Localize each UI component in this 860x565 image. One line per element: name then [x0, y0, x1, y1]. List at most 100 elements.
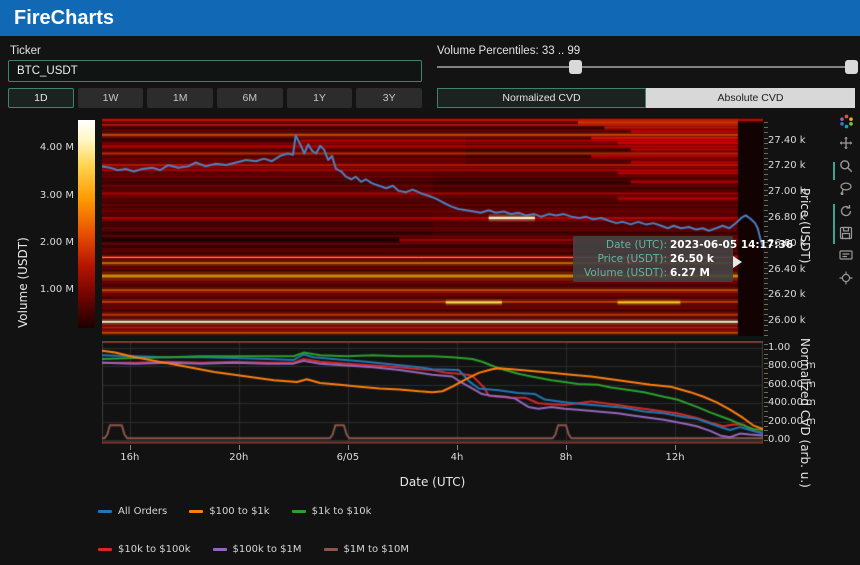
date-tick-mark — [566, 445, 567, 450]
price-minor-tick — [764, 268, 768, 269]
price-minor-tick — [764, 158, 768, 159]
slider-handle-min[interactable] — [569, 60, 582, 74]
price-tick-label: 26.20 k — [768, 289, 806, 300]
price-minor-tick — [764, 174, 768, 175]
date-tick-mark — [239, 445, 240, 450]
cvd-minor-tick — [764, 421, 768, 422]
legend-dash-icon — [98, 510, 112, 513]
price-minor-tick — [764, 221, 768, 222]
tooltip-row-label: Price (USDT): — [575, 252, 667, 266]
range-button-1m[interactable]: 1M — [147, 88, 213, 108]
legend-item-label: $100 to $1k — [209, 506, 269, 517]
volume-percentiles-slider[interactable] — [437, 66, 855, 68]
date-tick-mark — [348, 445, 349, 450]
legend-item-label: $1M to $10M — [344, 544, 409, 555]
range-button-3y[interactable]: 3Y — [356, 88, 422, 108]
volume-colorbar — [78, 120, 95, 328]
save-icon[interactable] — [837, 224, 855, 242]
tooltip-row-label: Date (UTC): — [575, 238, 667, 252]
volume-percentiles-label: Volume Percentiles: 33 .. 99 — [437, 45, 580, 57]
price-tick-label: 27.40 k — [768, 135, 806, 146]
cvd-minor-tick — [764, 435, 768, 436]
price-minor-tick — [764, 122, 768, 123]
price-minor-tick — [764, 320, 768, 321]
plotly-logo-icon[interactable] — [837, 112, 855, 130]
range-button-1d[interactable]: 1D — [8, 88, 74, 108]
range-button-1y[interactable]: 1Y — [287, 88, 353, 108]
price-minor-tick — [764, 138, 768, 139]
price-minor-tick — [764, 314, 768, 315]
price-minor-tick — [764, 153, 768, 154]
price-minor-tick — [764, 195, 768, 196]
cvd-minor-tick — [764, 363, 768, 364]
legend-item--100-to-1k[interactable]: $100 to $1k — [189, 506, 269, 517]
price-minor-tick — [764, 335, 768, 336]
tooltip-row-value: 2023-06-05 14:17:36 — [670, 238, 793, 252]
price-minor-tick — [764, 132, 768, 133]
tooltip-row: Volume (USDT):6.27 M — [575, 266, 727, 280]
main-heatmap-chart[interactable] — [102, 118, 763, 336]
price-minor-tick — [764, 184, 768, 185]
cvd-line-chart[interactable] — [102, 341, 763, 444]
tooltip-arrow-icon — [733, 256, 742, 268]
tooltip-row: Date (UTC):2023-06-05 14:17:36 — [575, 238, 727, 252]
price-minor-tick — [764, 143, 768, 144]
cvd-minor-tick — [764, 387, 768, 388]
price-tick-label: 26.40 k — [768, 264, 806, 275]
hover-closest-icon[interactable] — [837, 246, 855, 264]
ticker-label: Ticker — [10, 45, 41, 57]
legend-item--1k-to-10k[interactable]: $1k to $10k — [292, 506, 372, 517]
price-minor-tick — [764, 205, 768, 206]
ticker-input[interactable] — [8, 60, 422, 82]
cvd-minor-tick — [764, 378, 768, 379]
price-minor-tick — [764, 231, 768, 232]
app-title: FireCharts — [0, 0, 860, 36]
price-tick-label: 27.20 k — [768, 160, 806, 171]
legend-item--1m-to-10m[interactable]: $1M to $10M — [324, 544, 409, 555]
price-minor-tick — [764, 278, 768, 279]
legend-dash-icon — [213, 548, 227, 551]
date-tick-mark — [457, 445, 458, 450]
price-minor-tick — [764, 299, 768, 300]
absolute-cvd-button[interactable]: Absolute CVD — [646, 88, 855, 108]
legend-item--100k-to-1m[interactable]: $100k to $1M — [213, 544, 302, 555]
range-button-6m[interactable]: 6M — [217, 88, 283, 108]
cvd-minor-tick — [764, 411, 768, 412]
legend-item-all-orders[interactable]: All Orders — [98, 506, 167, 517]
reset-axes-icon[interactable] — [837, 202, 855, 220]
range-button-1w[interactable]: 1W — [78, 88, 144, 108]
normalized-cvd-button[interactable]: Normalized CVD — [437, 88, 646, 108]
colorbar-tick-label: 2.00 M — [30, 237, 74, 248]
price-minor-tick — [764, 226, 768, 227]
price-minor-tick — [764, 127, 768, 128]
legend-dash-icon — [189, 510, 203, 513]
legend-item--10k-to-100k[interactable]: $10k to $100k — [98, 544, 191, 555]
cvd-minor-tick — [764, 358, 768, 359]
cvd-minor-tick — [764, 354, 768, 355]
zoom-icon[interactable] — [837, 157, 855, 175]
cvd-minor-tick — [764, 382, 768, 383]
spikelines-icon[interactable] — [837, 269, 855, 287]
price-minor-tick — [764, 169, 768, 170]
price-minor-tick — [764, 294, 768, 295]
price-minor-tick — [764, 210, 768, 211]
pan-icon[interactable] — [837, 134, 855, 152]
price-minor-tick — [764, 288, 768, 289]
cvd-minor-tick — [764, 426, 768, 427]
modebar-active-indicator — [833, 162, 835, 180]
hover-tooltip: Date (UTC):2023-06-05 14:17:36Price (USD… — [573, 236, 733, 282]
cvd-minor-tick — [764, 349, 768, 350]
cvd-tick-label: 1.00 — [768, 342, 790, 353]
price-minor-tick — [764, 273, 768, 274]
lasso-select-icon[interactable] — [837, 179, 855, 197]
cvd-minor-tick — [764, 416, 768, 417]
price-minor-tick — [764, 179, 768, 180]
tooltip-row-value: 6.27 M — [670, 266, 710, 280]
legend-row: All Orders $100 to $1k $1k to $10k — [98, 506, 371, 517]
price-minor-tick — [764, 283, 768, 284]
price-minor-tick — [764, 330, 768, 331]
price-minor-tick — [764, 200, 768, 201]
price-minor-tick — [764, 257, 768, 258]
firecharts-app: FireCharts Ticker 1D1W1M6M1Y3Y Volume Pe… — [0, 0, 860, 565]
slider-handle-max[interactable] — [845, 60, 858, 74]
